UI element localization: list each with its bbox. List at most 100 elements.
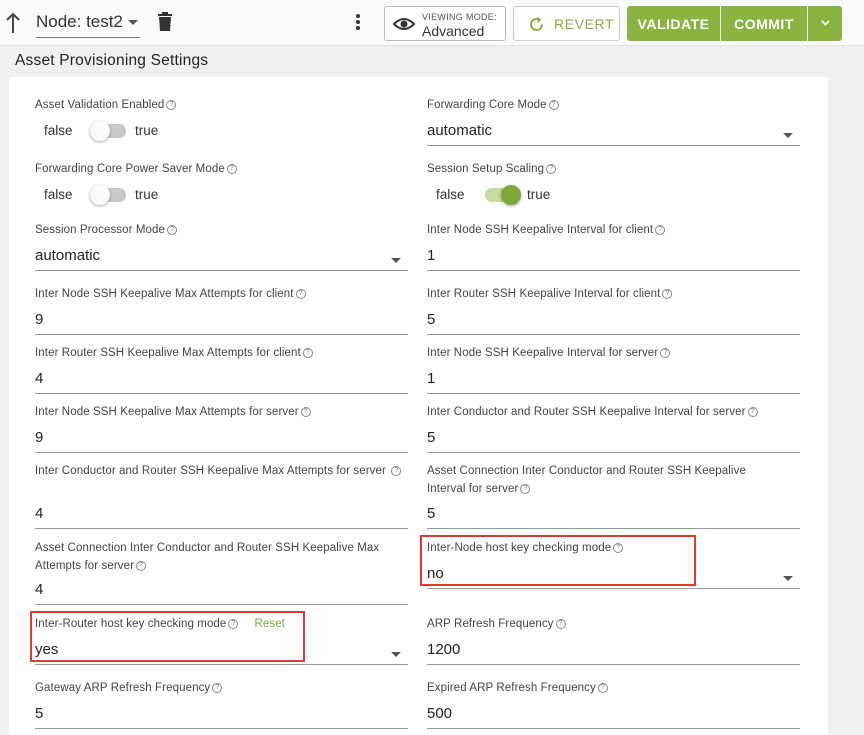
commit-options-button[interactable]: [808, 6, 842, 41]
help-icon[interactable]: ?: [546, 164, 557, 174]
trash-icon[interactable]: [157, 12, 173, 32]
chevron-down-icon: [783, 133, 793, 138]
select-value: automatic: [427, 122, 493, 139]
inter-router-ssh-keepalive-interval-client-field: Inter Router SSH Keepalive Interval for …: [427, 285, 800, 337]
help-icon[interactable]: ?: [548, 100, 559, 110]
input-value: 4: [35, 581, 44, 598]
help-icon[interactable]: ?: [747, 407, 758, 417]
input-value: 5: [35, 705, 44, 722]
viewing-mode-button[interactable]: VIEWING MODE: Advanced: [384, 6, 506, 41]
toggle-false-label: false: [44, 123, 73, 138]
help-icon[interactable]: ?: [136, 561, 147, 571]
gateway-arp-refresh-frequency-input[interactable]: 5: [35, 703, 408, 729]
help-icon[interactable]: ?: [300, 407, 311, 417]
session-processor-mode-select[interactable]: automatic: [35, 245, 408, 271]
viewing-mode-value: Advanced: [422, 23, 485, 39]
inter-conductor-router-ssh-keepalive-max-attempts-server-input[interactable]: 4: [35, 503, 408, 529]
refresh-icon: [530, 17, 543, 31]
field-label: Inter Conductor and Router SSH Keepalive…: [427, 406, 746, 418]
help-icon[interactable]: ?: [295, 289, 306, 299]
gateway-arp-refresh-frequency-field: Gateway ARP Refresh Frequency? 5: [35, 679, 408, 731]
toggle-knob: [90, 121, 110, 141]
revert-label: REVERT: [554, 16, 615, 32]
inter-node-ssh-keepalive-interval-client-input[interactable]: 1: [427, 245, 800, 271]
toggle-knob: [501, 185, 521, 205]
select-value: automatic: [35, 247, 101, 264]
help-icon[interactable]: ?: [660, 348, 671, 358]
inter-conductor-router-ssh-keepalive-interval-server-field: Inter Conductor and Router SSH Keepalive…: [427, 403, 800, 455]
inter-node-ssh-keepalive-interval-server-input[interactable]: 1: [427, 368, 800, 394]
session-setup-scaling-field: Session Setup Scaling? false true: [427, 160, 800, 210]
forwarding-core-power-saver-mode-toggle[interactable]: [90, 185, 126, 205]
node-select[interactable]: Node: test2: [36, 6, 140, 38]
forwarding-core-mode-field: Forwarding Core Mode? automatic: [427, 96, 800, 148]
inter-router-ssh-keepalive-interval-client-input[interactable]: 5: [427, 309, 800, 335]
top-toolbar: Node: test2 VIEWING MODE: Advanced REVER…: [0, 0, 864, 46]
field-label: Inter Node SSH Keepalive Interval for se…: [427, 347, 659, 359]
arp-refresh-frequency-input[interactable]: 1200: [427, 639, 800, 665]
help-icon[interactable]: ?: [166, 100, 177, 110]
toggle-knob: [90, 185, 110, 205]
help-icon[interactable]: ?: [662, 289, 673, 299]
help-icon[interactable]: ?: [597, 683, 608, 693]
help-icon[interactable]: ?: [167, 225, 178, 235]
field-label: Forwarding Core Mode: [427, 99, 547, 111]
input-value: 1: [427, 247, 436, 264]
input-value: 4: [35, 505, 44, 522]
highlight-box-inter-router-host-key: [30, 611, 305, 662]
field-label: Inter Node SSH Keepalive Max Attempts fo…: [35, 406, 299, 418]
help-icon[interactable]: ?: [555, 619, 566, 629]
node-select-value: Node: test2: [36, 12, 123, 31]
more-vertical-icon[interactable]: [352, 12, 364, 32]
field-label: Session Setup Scaling: [427, 163, 545, 175]
input-value: 5: [427, 505, 436, 522]
inter-node-ssh-keepalive-max-attempts-server-input[interactable]: 9: [35, 427, 408, 453]
asset-connection-inter-conductor-router-ssh-keepalive-max-attempts-server-input[interactable]: 4: [35, 579, 408, 605]
help-icon[interactable]: ?: [302, 348, 313, 358]
input-value: 5: [427, 311, 436, 328]
toggle-true-label: true: [135, 123, 159, 138]
inter-conductor-router-ssh-keepalive-interval-server-input[interactable]: 5: [427, 427, 800, 453]
help-icon[interactable]: ?: [520, 484, 531, 494]
asset-validation-enabled-toggle[interactable]: [90, 121, 126, 141]
validate-button[interactable]: VALIDATE: [627, 6, 720, 41]
forwarding-core-power-saver-mode-field: Forwarding Core Power Saver Mode? false …: [35, 160, 408, 210]
field-label: Inter Router SSH Keepalive Max Attempts …: [35, 347, 301, 359]
field-label: Expired ARP Refresh Frequency: [427, 682, 596, 694]
toggle-true-label: true: [527, 187, 551, 202]
field-label: Inter Conductor and Router SSH Keepalive…: [35, 465, 386, 477]
arp-refresh-frequency-field: ARP Refresh Frequency? 1200: [427, 615, 800, 667]
help-icon[interactable]: ?: [226, 164, 237, 174]
help-icon[interactable]: ?: [391, 466, 402, 476]
asset-connection-inter-conductor-router-ssh-keepalive-interval-server-field: Asset Connection Inter Conductor and Rou…: [427, 462, 800, 532]
field-label: Asset Validation Enabled: [35, 99, 165, 111]
revert-button[interactable]: REVERT: [513, 6, 620, 41]
field-label: Gateway ARP Refresh Frequency: [35, 682, 211, 694]
eye-icon: [393, 18, 415, 30]
field-label: Inter Router SSH Keepalive Interval for …: [427, 288, 661, 300]
help-icon[interactable]: ?: [212, 683, 223, 693]
field-label: ARP Refresh Frequency: [427, 618, 554, 630]
session-setup-scaling-toggle[interactable]: [485, 185, 521, 205]
field-label: Session Processor Mode: [35, 224, 166, 236]
forwarding-core-mode-select[interactable]: automatic: [427, 120, 800, 146]
help-icon[interactable]: ?: [655, 225, 666, 235]
asset-validation-enabled-field: Asset Validation Enabled? false true: [35, 96, 408, 146]
asset-connection-inter-conductor-router-ssh-keepalive-max-attempts-server-field: Asset Connection Inter Conductor and Rou…: [35, 539, 408, 607]
expired-arp-refresh-frequency-input[interactable]: 500: [427, 703, 800, 729]
commit-button[interactable]: COMMIT: [721, 6, 807, 41]
highlight-box-inter-node-host-key: [420, 535, 696, 586]
input-value: 1200: [427, 641, 461, 658]
chevron-down-icon: [391, 652, 401, 657]
toggle-false-label: false: [436, 187, 465, 202]
back-arrow-icon[interactable]: [4, 11, 22, 35]
inter-router-ssh-keepalive-max-attempts-client-input[interactable]: 4: [35, 368, 408, 394]
input-value: 500: [427, 705, 453, 722]
chevron-down-icon: [391, 258, 401, 263]
toggle-true-label: true: [135, 187, 159, 202]
session-processor-mode-field: Session Processor Mode? automatic: [35, 221, 408, 273]
input-value: 1: [427, 370, 436, 387]
asset-connection-inter-conductor-router-ssh-keepalive-interval-server-input[interactable]: 5: [427, 503, 800, 529]
inter-node-ssh-keepalive-max-attempts-client-input[interactable]: 9: [35, 309, 408, 335]
inter-node-ssh-keepalive-interval-server-field: Inter Node SSH Keepalive Interval for se…: [427, 344, 800, 396]
